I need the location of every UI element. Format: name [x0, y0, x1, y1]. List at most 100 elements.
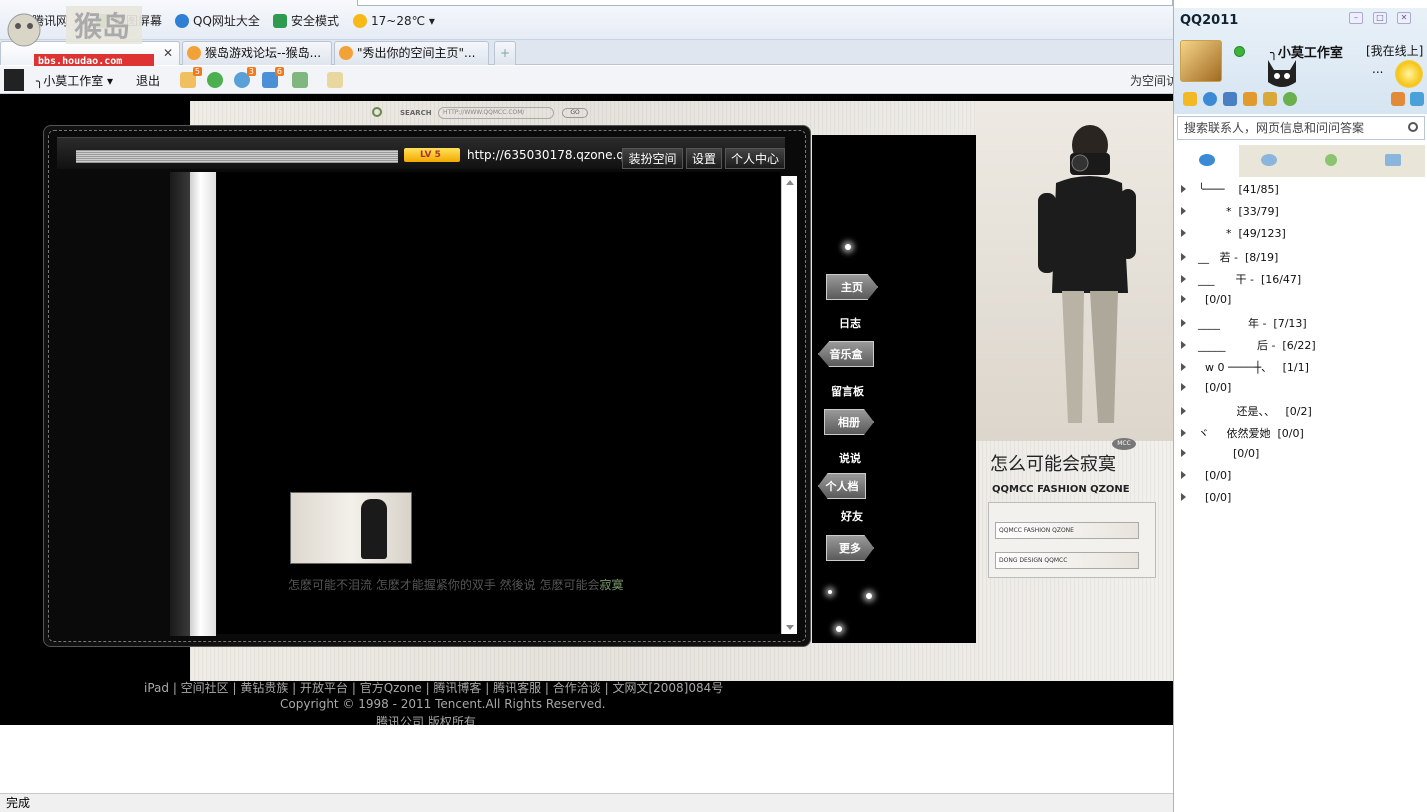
contact-group-label: 还是、、 [0/2]	[1198, 405, 1312, 418]
sparkle	[866, 593, 872, 599]
contact-group-label: [0/0]	[1198, 293, 1232, 306]
nav-home[interactable]: 主页	[826, 274, 878, 300]
favorite-qq-directory[interactable]: QQ网址大全	[175, 12, 260, 30]
star-icon[interactable]	[1183, 92, 1197, 106]
notification-icon[interactable]: 6	[262, 67, 284, 88]
tab-show-space[interactable]: "秀出你的空间主页"...	[334, 41, 489, 65]
expand-arrow-icon[interactable]	[1181, 363, 1186, 371]
expand-arrow-icon[interactable]	[1181, 229, 1186, 237]
expand-arrow-icon[interactable]	[1181, 295, 1186, 303]
mail-icon[interactable]	[1223, 92, 1237, 106]
mcc-badge: MCC	[1112, 438, 1136, 450]
tab-recent[interactable]	[1363, 145, 1425, 177]
expand-arrow-icon[interactable]	[1181, 429, 1186, 437]
skin-icon[interactable]	[1410, 92, 1424, 106]
address-bar[interactable]	[357, 0, 1173, 6]
message-icon[interactable]: 5	[180, 67, 202, 88]
clover-icon[interactable]	[207, 72, 223, 88]
expand-arrow-icon[interactable]	[1181, 275, 1186, 283]
contact-group[interactable]: [0/0]	[1181, 447, 1259, 465]
level-badge[interactable]: LV 5	[404, 148, 460, 162]
nav-friends[interactable]: 好友	[841, 508, 863, 524]
contact-group[interactable]: w 0 ────┼、 [1/1]	[1181, 359, 1309, 377]
theme-bar-1[interactable]: QQMCC FASHION QZONE	[995, 522, 1139, 539]
search-icon[interactable]	[1408, 122, 1418, 132]
expand-arrow-icon[interactable]	[1181, 207, 1186, 215]
apps-icon[interactable]	[1391, 92, 1405, 106]
contact-group[interactable]: [0/0]	[1181, 381, 1231, 399]
search-go-button[interactable]: GO	[562, 108, 588, 118]
expand-arrow-icon[interactable]	[1181, 407, 1186, 415]
contact-group[interactable]: 还是、、 [0/2]	[1181, 403, 1312, 421]
qq-avatar[interactable]	[1180, 40, 1222, 82]
signature-ellipsis[interactable]: ...	[1372, 62, 1383, 76]
qq-tabs	[1177, 145, 1425, 177]
contact-group[interactable]: [0/0]	[1181, 293, 1231, 311]
scroll-up-icon[interactable]	[786, 180, 794, 185]
new-tab-button[interactable]: +	[494, 41, 516, 65]
personal-center-button[interactable]: 个人中心	[725, 148, 785, 169]
contact-group[interactable]: __ 若 - [8/19]	[1181, 249, 1278, 267]
nav-profile[interactable]: 个人档	[818, 473, 866, 499]
pet-icon[interactable]: 3	[234, 67, 256, 88]
qq-status[interactable]: [我在线上]	[1366, 42, 1423, 59]
nav-mood[interactable]: 说说	[839, 450, 861, 466]
footer-links[interactable]: iPad | 空间社区 | 黄钻贵族 | 开放平台 | 官方Qzone | 腾讯…	[144, 679, 744, 695]
search-input[interactable]: HTTP://WWW.QQMCC.COM/	[438, 107, 554, 119]
avatar[interactable]	[4, 69, 24, 91]
shop-icon[interactable]	[1243, 92, 1257, 106]
tab-contacts[interactable]	[1177, 145, 1239, 177]
nav-album[interactable]: 相册	[824, 409, 874, 435]
tab-houdao-forum[interactable]: 猴岛游戏论坛--猴岛...	[182, 41, 332, 65]
tab-groups[interactable]	[1239, 145, 1301, 177]
expand-arrow-icon[interactable]	[1181, 493, 1186, 501]
settings-button[interactable]: 设置	[686, 148, 722, 169]
nav-guestbook[interactable]: 留言板	[831, 383, 864, 399]
close-icon[interactable]: ✕	[1397, 12, 1411, 24]
logout-button[interactable]: 退出	[136, 72, 160, 89]
toolbar-user[interactable]: ╮小莫工作室 ▾	[36, 72, 113, 89]
scroll-down-icon[interactable]	[786, 625, 794, 630]
enter-icon[interactable]	[292, 72, 308, 88]
nav-more[interactable]: 更多	[826, 535, 874, 561]
search-icon[interactable]	[372, 107, 382, 117]
contact-group[interactable]: _____ 后 - [6/22]	[1181, 337, 1316, 355]
close-icon[interactable]: ✕	[163, 42, 173, 64]
expand-arrow-icon[interactable]	[1181, 319, 1186, 327]
contact-group[interactable]: [0/0]	[1181, 491, 1231, 509]
edit-icon[interactable]	[327, 72, 343, 88]
theme-bar-2[interactable]: DONG DESIGN QQMCC	[995, 552, 1139, 569]
post-image[interactable]	[290, 492, 412, 564]
expand-arrow-icon[interactable]	[1181, 185, 1186, 193]
maximize-icon[interactable]: □	[1373, 12, 1387, 24]
gift-icon[interactable]	[1263, 92, 1277, 106]
expand-arrow-icon[interactable]	[1181, 253, 1186, 261]
tab-qzone[interactable]	[1301, 145, 1363, 177]
nav-blog[interactable]: 日志	[839, 315, 861, 331]
contact-group[interactable]: ___ 干 - [16/47]	[1181, 271, 1301, 289]
contact-group[interactable]: * [49/123]	[1181, 227, 1286, 245]
expand-arrow-icon[interactable]	[1181, 449, 1186, 457]
sparkle	[828, 590, 832, 594]
contact-group[interactable]: ╰─── [41/85]	[1181, 183, 1279, 201]
browser-icon[interactable]	[1283, 92, 1297, 106]
expand-arrow-icon[interactable]	[1181, 383, 1186, 391]
contact-group[interactable]: ヾ 依然爱她 [0/0]	[1181, 425, 1304, 443]
nav-music[interactable]: 音乐盒	[818, 341, 874, 367]
qq-search-input[interactable]: 搜索联系人，网页信息和问问答案	[1177, 116, 1425, 140]
contact-group[interactable]: [0/0]	[1181, 469, 1231, 487]
contact-group-label: w 0 ────┼、 [1/1]	[1198, 361, 1309, 374]
favorite-safe-mode[interactable]: 安全模式	[273, 12, 339, 30]
contact-group[interactable]: * [33/79]	[1181, 205, 1279, 223]
qzone-icon[interactable]	[1203, 92, 1217, 106]
expand-arrow-icon[interactable]	[1181, 341, 1186, 349]
scrollbar[interactable]	[781, 176, 797, 634]
weather-widget[interactable]: 17~28℃ ▾	[353, 12, 435, 30]
online-status-icon[interactable]	[1234, 46, 1245, 57]
contact-group-label: __ 若 - [8/19]	[1198, 251, 1279, 264]
toolbar-right-text[interactable]: 为空间访	[1130, 72, 1178, 89]
contact-group[interactable]: ____ 年 - [7/13]	[1181, 315, 1307, 333]
expand-arrow-icon[interactable]	[1181, 471, 1186, 479]
decorate-space-button[interactable]: 装扮空间	[622, 148, 683, 169]
minimize-icon[interactable]: –	[1349, 12, 1363, 24]
